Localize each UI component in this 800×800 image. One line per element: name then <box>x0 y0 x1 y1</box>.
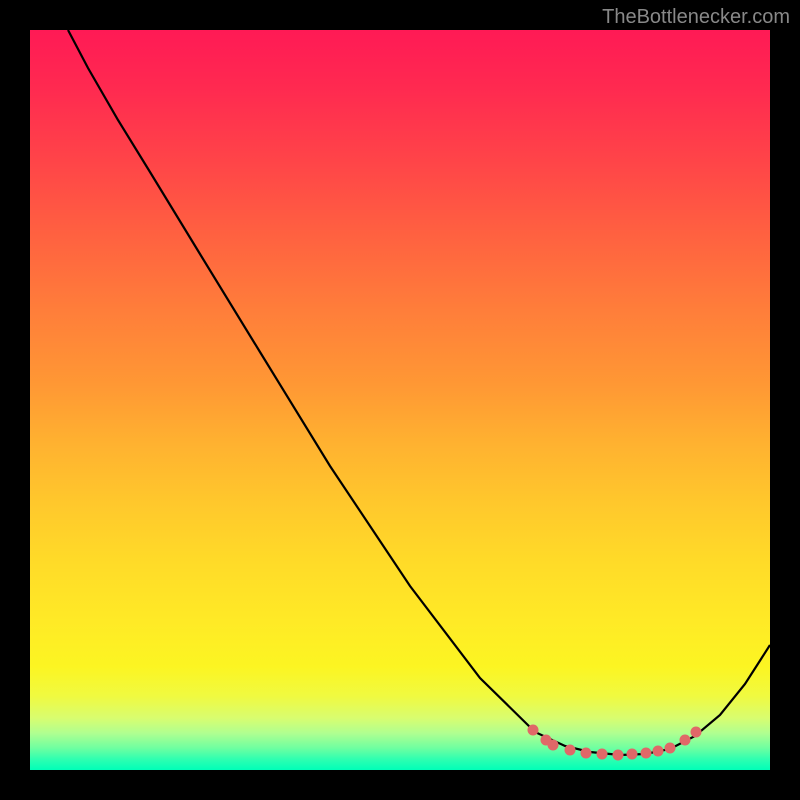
marker-dot <box>691 727 702 738</box>
marker-dot <box>653 746 664 757</box>
marker-dot <box>627 749 638 760</box>
marker-dot <box>528 725 539 736</box>
chart-plot-area <box>30 30 770 770</box>
watermark-text: TheBottlenecker.com <box>602 6 790 29</box>
marker-dot <box>613 750 624 761</box>
marker-dot <box>581 748 592 759</box>
marker-dot <box>665 743 676 754</box>
marker-dot <box>548 740 559 751</box>
marker-dot <box>597 749 608 760</box>
marker-dot <box>565 745 576 756</box>
curve-markers <box>30 30 770 770</box>
marker-dot <box>680 735 691 746</box>
marker-dot <box>641 748 652 759</box>
